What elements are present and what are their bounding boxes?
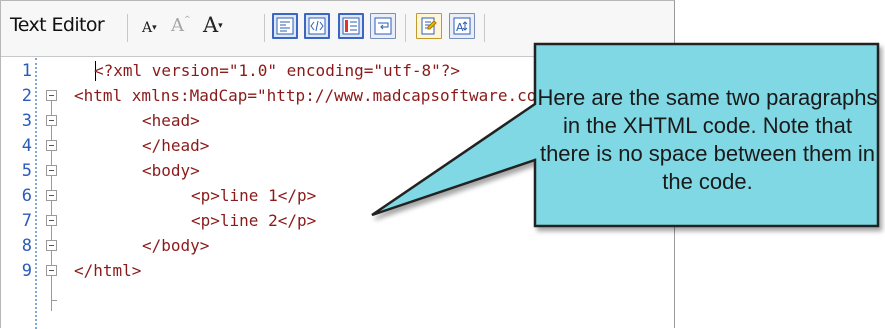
callout-text: Here are the same two paragraphs in the … xyxy=(537,85,878,194)
